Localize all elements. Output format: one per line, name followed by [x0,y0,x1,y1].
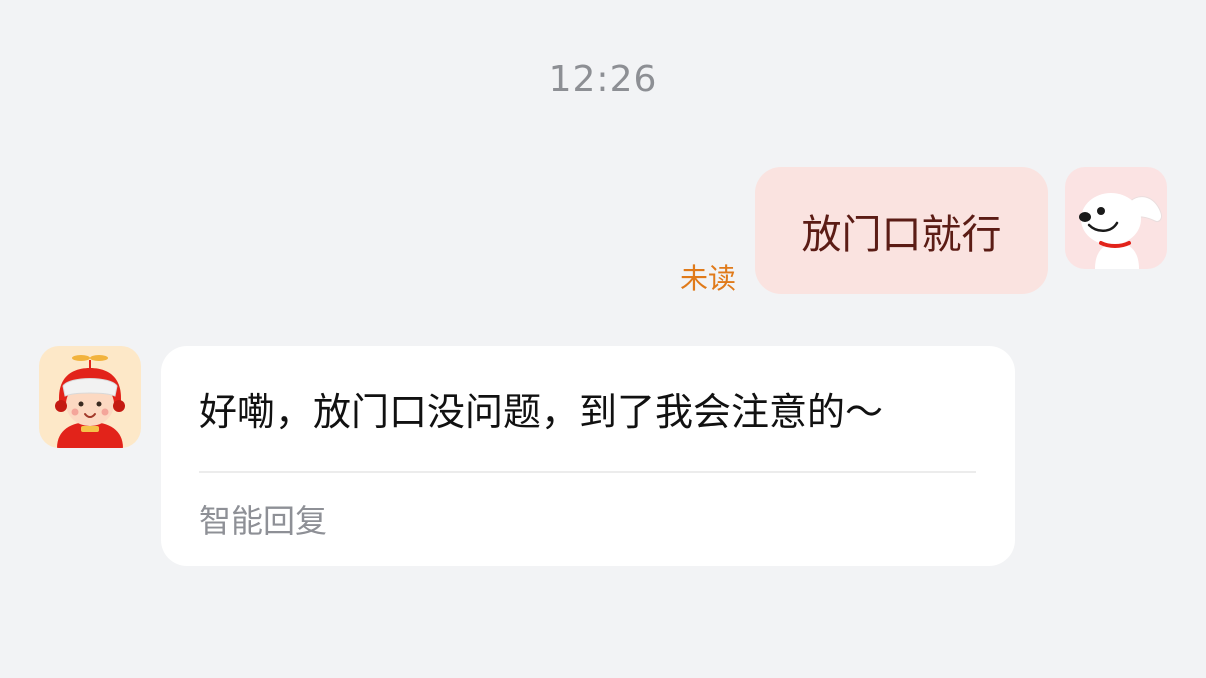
incoming-message-text: 好嘞，放门口没问题，到了我会注意的～ [199,390,884,434]
smart-reply-label: 智能回复 [199,502,328,540]
courier-avatar-icon [55,355,125,448]
message-divider [199,471,976,473]
courier-avatar[interactable] [39,346,141,448]
message-timestamp: 12:26 [548,59,658,100]
incoming-message-bubble[interactable]: 好嘞，放门口没问题，到了我会注意的～ 智能回复 [161,346,1015,566]
jd-dog-mascot-icon [1079,193,1162,269]
outgoing-message-bubble[interactable]: 放门口就行 [755,167,1048,294]
user-avatar[interactable] [1065,167,1167,269]
outgoing-message-text: 放门口就行 [801,211,1002,258]
read-status-label: 未读 [680,262,737,295]
